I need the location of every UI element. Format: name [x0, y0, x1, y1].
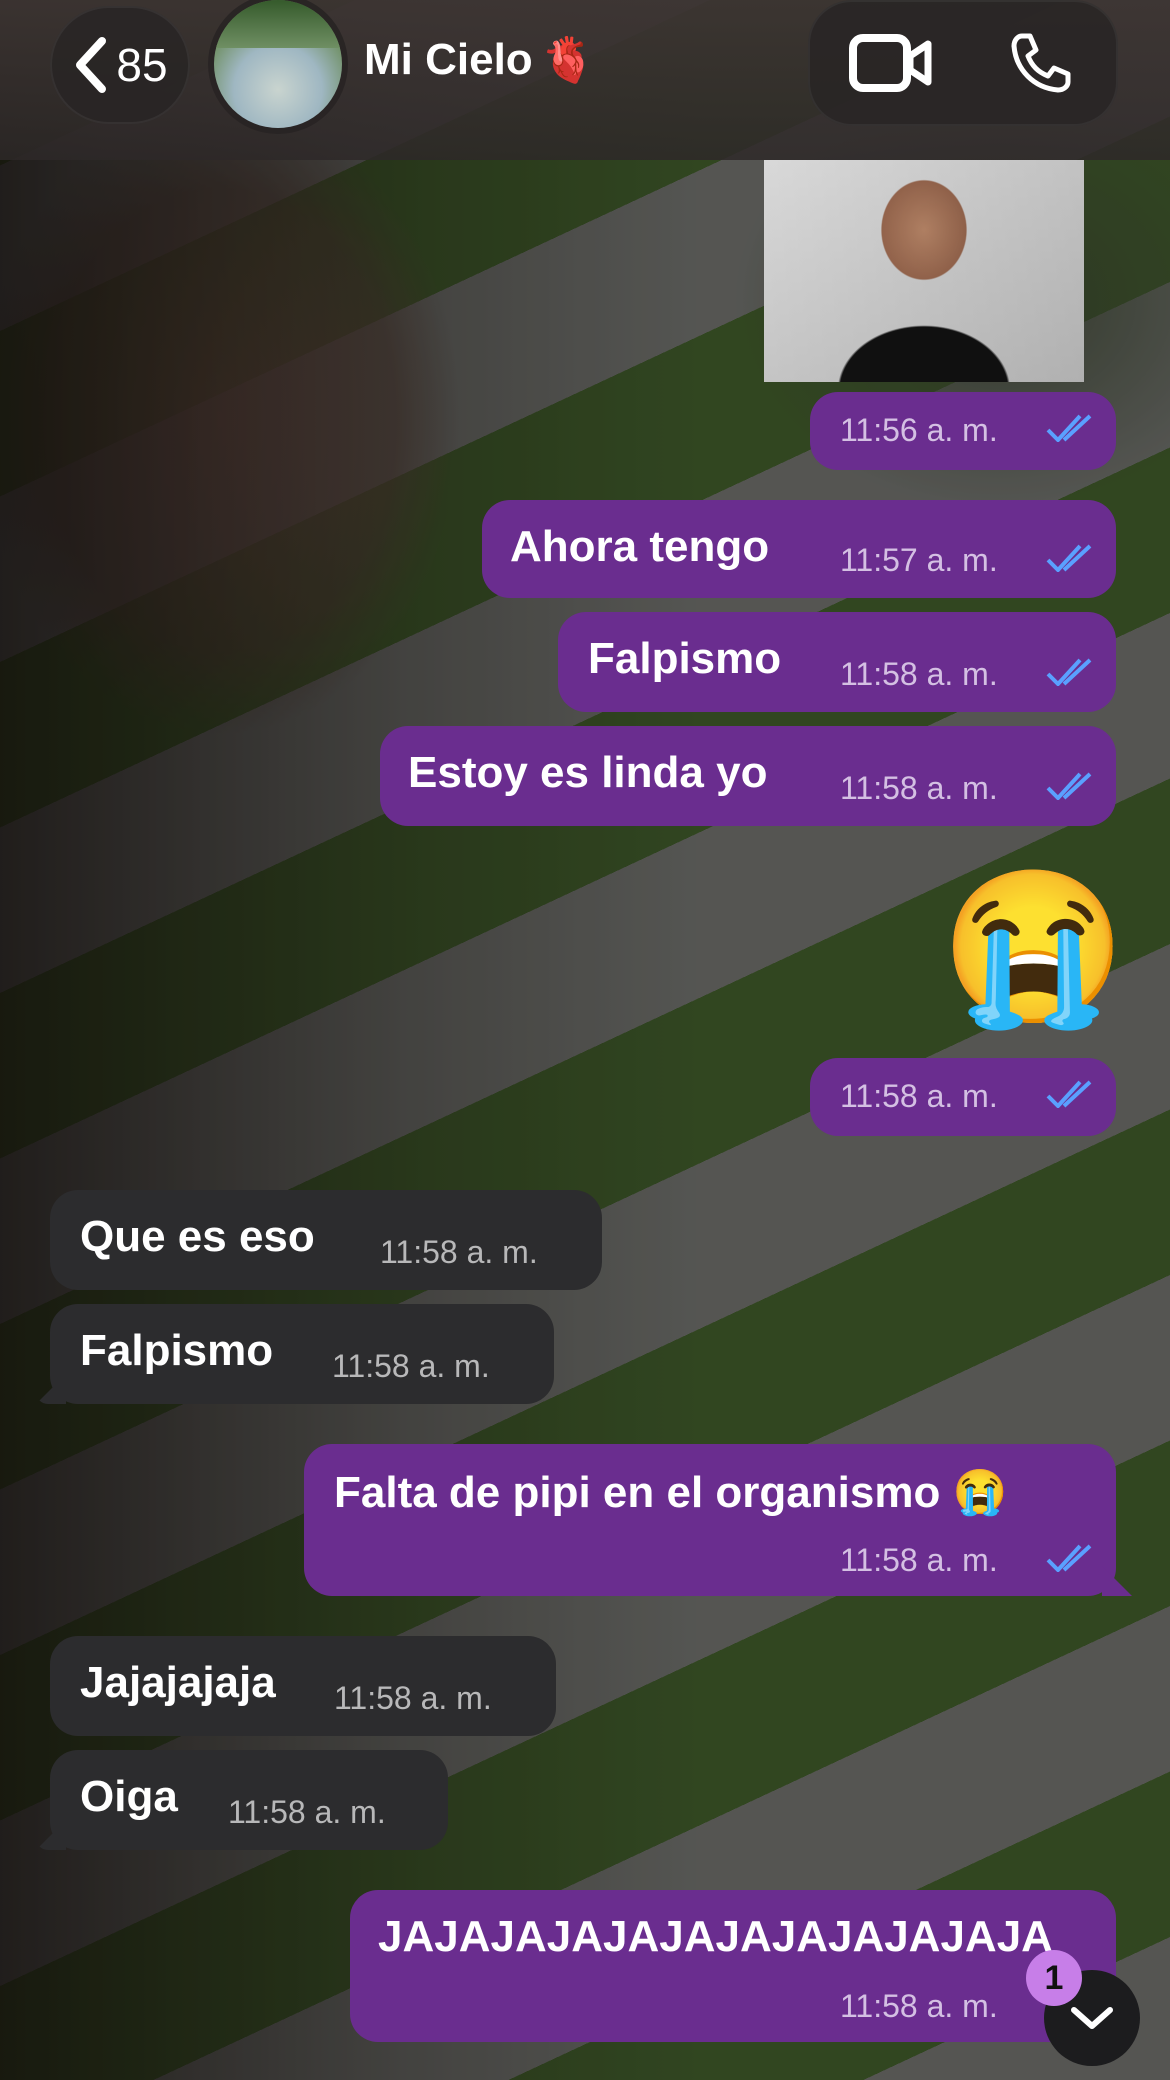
chevron-left-icon — [76, 37, 107, 93]
message-bubble-out[interactable]: Ahora tengo 11:57 a. m. — [482, 500, 1116, 598]
message-text: Falta de pipi en el organismo 😭 — [334, 1468, 1008, 1517]
call-actions — [808, 0, 1118, 126]
message-text: Jajajajaja — [80, 1658, 276, 1707]
message-time: 11:58 a. m. — [840, 1542, 998, 1578]
chat-screen: 85 Mi Cielo 🫀 11:56 a. m. Ahora tengo 11 — [0, 0, 1170, 2080]
message-bubble-in[interactable]: Jajajajaja 11:58 a. m. — [50, 1636, 556, 1736]
message-time: 11:57 a. m. — [840, 542, 998, 578]
double-check-icon — [1046, 658, 1092, 686]
message-time: 11:58 a. m. — [380, 1234, 538, 1270]
message-bubble-out[interactable]: Estoy es linda yo 11:58 a. m. — [380, 726, 1116, 826]
double-check-icon — [1046, 772, 1092, 800]
video-camera-icon[interactable] — [848, 32, 934, 94]
message-time: 11:58 a. m. — [334, 1680, 492, 1716]
message-time: 11:58 a. m. — [840, 770, 998, 806]
message-bubble-out[interactable]: Falta de pipi en el organismo 😭 11:58 a.… — [304, 1444, 1132, 1596]
unread-messages-badge: 1 — [1026, 1950, 1082, 2006]
message-text: JAJAJAJAJAJAJAJAJAJAJAJA — [378, 1912, 1053, 1961]
anatomical-heart-icon: 🫀 — [540, 36, 596, 85]
message-time: 11:56 a. m. — [840, 412, 998, 448]
message-bubble-in[interactable]: Falpismo 11:58 a. m. — [36, 1304, 554, 1404]
double-check-icon — [1046, 544, 1092, 572]
message-text: Ahora tengo — [510, 522, 770, 571]
contact-title[interactable]: Mi Cielo 🫀 — [364, 34, 595, 86]
message-bubble-out[interactable]: 11:58 a. m. — [810, 1058, 1116, 1136]
message-time: 11:58 a. m. — [228, 1794, 386, 1830]
message-text: Estoy es linda yo — [408, 748, 768, 797]
media-message-thumbnail[interactable] — [764, 160, 1084, 382]
message-time: 11:58 a. m. — [840, 1988, 998, 2024]
phone-icon[interactable] — [1008, 30, 1074, 96]
loudly-crying-face-emoji[interactable]: 😭 — [940, 862, 1127, 1032]
message-text: Que es eso — [80, 1212, 315, 1261]
back-button[interactable]: 85 — [50, 6, 190, 124]
message-text: Falpismo — [588, 634, 782, 683]
message-bubble-out[interactable]: 11:56 a. m. — [810, 392, 1116, 470]
contact-avatar[interactable] — [214, 0, 342, 128]
chevron-down-icon — [1071, 2007, 1113, 2029]
message-time: 11:58 a. m. — [332, 1348, 490, 1384]
message-text: Falpismo — [80, 1326, 274, 1375]
double-check-icon — [1046, 1080, 1092, 1108]
message-time: 11:58 a. m. — [840, 656, 998, 692]
message-time: 11:58 a. m. — [840, 1078, 998, 1114]
double-check-icon — [1046, 1544, 1092, 1572]
double-check-icon — [1046, 414, 1092, 442]
message-text: Oiga — [80, 1772, 178, 1821]
message-bubble-out[interactable]: Falpismo 11:58 a. m. — [558, 612, 1116, 712]
unread-chats-count: 85 — [116, 39, 168, 91]
message-bubble-out[interactable]: JAJAJAJAJAJAJAJAJAJAJAJA 11:58 a. m. — [350, 1890, 1116, 2042]
message-bubble-in[interactable]: Oiga 11:58 a. m. — [36, 1750, 448, 1850]
chat-header: 85 Mi Cielo 🫀 — [0, 0, 1170, 160]
contact-name: Mi Cielo — [364, 35, 533, 84]
message-bubble-in[interactable]: Que es eso 11:58 a. m. — [50, 1190, 602, 1290]
